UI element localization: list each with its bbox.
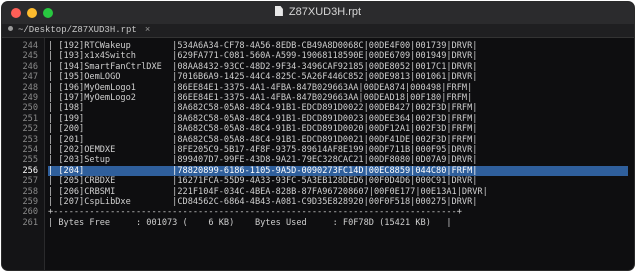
editor-line[interactable]: 253 | [201] |8A682C58-05A8-48C4-91B1-EDCD… (2, 135, 634, 145)
line-number: 254 (22, 145, 38, 155)
window-title: Z87XUD3H.rpt (2, 6, 634, 18)
editor-line[interactable]: 258 | [206]CRBSMI |221F104F-034C-4BEA-828… (2, 187, 634, 197)
line-text: | [196]MyOemLogo1 |86EE84E1-3375-4A1-4FB… (48, 82, 473, 93)
line-text: | [200] |8A682C58-05A8-48C4-91B1-EDCD891… (48, 124, 478, 135)
line-text: | [207]CspLibDxe |CD84562C-6864-4B43-A08… (48, 197, 478, 207)
line-text: | [197]MyOemLogo2 |86EE84E1-3375-4A1-4FB… (48, 93, 473, 103)
line-text: | [193]x1x4Switch |629FA771-C081-560A-A5… (48, 51, 478, 62)
line-number: 260 (22, 207, 38, 218)
line-number: 252 (22, 124, 38, 135)
line-text: | [192]RTCWakeup |534A6A34-CF78-4A56-8ED… (48, 41, 478, 51)
editor-line[interactable]: 245 | [193]x1x4Switch |629FA771-C081-560A… (2, 51, 634, 61)
tab-file-label: ~/Desktop/Z87XUD3H.rpt (18, 25, 137, 35)
document-icon (274, 6, 283, 16)
editor-line[interactable]: 252 | [200] |8A682C58-05A8-48C4-91B1-EDCD… (2, 124, 634, 134)
editor-line[interactable]: 257 | [205]CRBDXE |16271FCA-55D9-4A33-93F… (2, 176, 634, 186)
line-number: 258 (22, 186, 38, 197)
editor-line[interactable]: 255 | [203]Setup |899407D7-99FE-43D8-9A21… (2, 155, 634, 165)
line-text: +---------------------------------------… (48, 207, 462, 218)
line-text: | [205]CRBDXE |16271FCA-55D9-4A33-93FC-5… (48, 176, 478, 187)
line-text: | [199] |8A682C58-05A8-48C4-91B1-EDCD891… (48, 113, 478, 124)
title-bar: Z87XUD3H.rpt (2, 2, 634, 25)
line-number: 255 (22, 155, 38, 166)
line-number: 246 (22, 61, 38, 72)
line-text: | [206]CRBSMI |221F104F-034C-4BEA-828B-8… (48, 186, 488, 197)
editor-line[interactable]: 251 | [199] |8A682C58-05A8-48C4-91B1-EDCD… (2, 114, 634, 124)
line-number: 251 (22, 113, 38, 124)
tab-file[interactable]: ~/Desktop/Z87XUD3H.rpt × (8, 25, 150, 35)
text-editor[interactable]: 244 | [192]RTCWakeup |534A6A34-CF78-4A56-… (2, 38, 634, 270)
line-number: 259 (22, 197, 38, 207)
line-number: 249 (22, 93, 38, 103)
line-text: | [195]OemLOGO |7016B6A9-1425-44C4-825C-… (48, 72, 478, 83)
editor-line[interactable]: 248 | [196]MyOemLogo1 |86EE84E1-3375-4A1-… (2, 83, 634, 93)
editor-line[interactable]: 250 | [198] |8A682C58-05A8-48C4-91B1-EDCD… (2, 103, 634, 113)
editor-window: Z87XUD3H.rpt ~/Desktop/Z87XUD3H.rpt × 244… (2, 2, 634, 270)
line-number: 248 (22, 82, 38, 93)
editor-line[interactable]: 247 | [195]OemLOGO |7016B6A9-1425-44C4-82… (2, 72, 634, 82)
line-text: | Bytes Free : 001073 ( 6 KB) Bytes Used… (48, 217, 452, 228)
editor-line[interactable]: 260 +------------------------------------… (2, 207, 634, 217)
editor-line[interactable]: 261 | Bytes Free : 001073 ( 6 KB) Bytes U… (2, 218, 634, 228)
line-text: | [198] |8A682C58-05A8-48C4-91B1-EDCD891… (48, 103, 478, 114)
line-number: 250 (22, 103, 38, 114)
editor-line[interactable]: 244 | [192]RTCWakeup |534A6A34-CF78-4A56-… (2, 41, 634, 51)
tab-bar: ~/Desktop/Z87XUD3H.rpt × (2, 24, 634, 38)
modified-dot-icon (8, 26, 13, 31)
line-number: 261 (22, 217, 38, 228)
editor-line[interactable]: 259 | [207]CspLibDxe |CD84562C-6864-4B43-… (2, 197, 634, 207)
line-text: | [204] |78820899-6186-1105-9A5D-0090273… (48, 165, 628, 177)
selected-line[interactable]: 256 | [204] |78820899-6186-1105-9A5D-0090… (2, 165, 634, 177)
tab-close-icon[interactable]: × (145, 25, 150, 35)
line-text: | [203]Setup |899407D7-99FE-43D8-9A21-79… (48, 155, 478, 166)
line-number: 244 (22, 41, 38, 51)
line-number: 256 (22, 165, 38, 176)
line-text: | [202]OEMDXE |8FE205C9-5B17-4F8F-9375-8… (48, 145, 478, 155)
line-text: | [201] |8A682C58-05A8-48C4-91B1-EDCD891… (48, 134, 478, 145)
editor-line[interactable]: 246 | [194]SmartFanCtrlDXE |08AA8432-93CC… (2, 62, 634, 72)
line-number: 245 (22, 51, 38, 62)
window-title-text: Z87XUD3H.rpt (288, 6, 362, 18)
line-number: 253 (22, 134, 38, 145)
line-number: 257 (22, 176, 38, 187)
line-text: | [194]SmartFanCtrlDXE |08AA8432-93CC-48… (48, 61, 478, 72)
editor-line[interactable]: 249 | [197]MyOemLogo2 |86EE84E1-3375-4A1-… (2, 93, 634, 103)
editor-line[interactable]: 254 | [202]OEMDXE |8FE205C9-5B17-4F8F-937… (2, 145, 634, 155)
line-number: 247 (22, 72, 38, 83)
